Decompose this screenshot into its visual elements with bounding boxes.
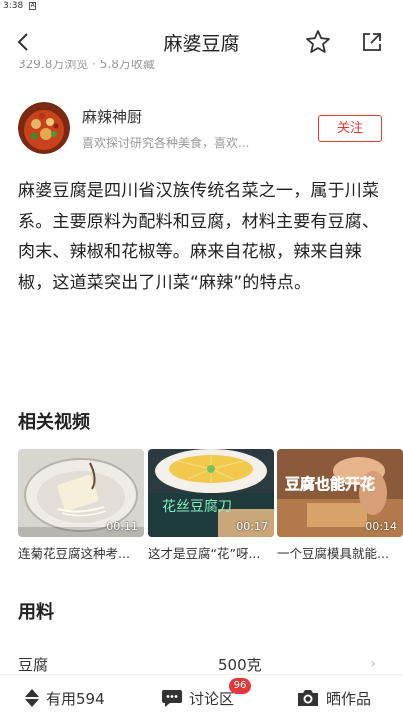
- back-arrow-icon[interactable]: [14, 30, 34, 54]
- recipe-intro: 麻婆豆腐是四川省汉族传统名菜之一，属于川菜系。主要原料为配料和豆腐，材料主要有豆…: [18, 181, 380, 293]
- header: 麻婆豆腐: [0, 22, 403, 64]
- video-card[interactable]: 00:11 连菊花豆腐这种考...: [18, 449, 144, 562]
- favorite-star-icon[interactable]: [305, 29, 331, 55]
- related-videos-list: 00:11 连菊花豆腐这种考... 花丝豆腐刀 00:17 这才是豆腐“花”呀.…: [18, 449, 403, 569]
- ingredient-row[interactable]: 豆腐 500克 ›: [18, 654, 384, 674]
- chevron-right-icon: ›: [370, 656, 376, 672]
- share-photo-label: 晒作品: [326, 689, 372, 708]
- discussion-count-badge: 96: [229, 678, 251, 694]
- video-duration: 00:14: [365, 520, 397, 533]
- chat-bubble-icon: [162, 690, 182, 707]
- author-name[interactable]: 麻辣神厨: [82, 106, 142, 127]
- video-thumbnail[interactable]: 00:11: [18, 449, 144, 537]
- author-card: 麻辣神厨 喜欢探讨研究各种美食，喜欢... 关注: [18, 102, 388, 156]
- video-thumb-text: 豆腐也能开花: [285, 475, 375, 493]
- video-duration: 00:17: [236, 520, 268, 533]
- bottom-action-bar: 有用594 讨论区 96 晒作品: [0, 674, 403, 720]
- ingredient-quantity: 500克: [218, 656, 262, 674]
- video-thumbnail[interactable]: 花丝豆腐刀 00:17: [148, 449, 274, 537]
- camera-icon: [298, 690, 318, 706]
- ingredients-title: 用料: [18, 602, 54, 623]
- discussion-button[interactable]: 讨论区 96: [161, 678, 251, 711]
- status-time: 3:38: [3, 1, 24, 11]
- sim-icon: A: [29, 2, 37, 10]
- follow-button[interactable]: 关注: [318, 115, 382, 142]
- useful-label: 有用594: [46, 689, 105, 708]
- video-caption[interactable]: 一个豆腐模具就能...: [277, 543, 403, 562]
- video-thumbnail[interactable]: 豆腐也能开花 00:14: [277, 449, 403, 537]
- related-videos-title: 相关视频: [18, 412, 90, 433]
- status-bar: 3:38 A: [0, 0, 403, 14]
- discussion-label: 讨论区: [189, 689, 235, 708]
- author-description: 喜欢探讨研究各种美食，喜欢...: [82, 136, 250, 150]
- share-icon[interactable]: [361, 31, 383, 53]
- video-thumb-text: 花丝豆腐刀: [162, 498, 232, 515]
- vote-arrows-icon: [25, 689, 39, 707]
- video-caption[interactable]: 这才是豆腐“花”呀...: [148, 543, 274, 562]
- video-card[interactable]: 豆腐也能开花 00:14 一个豆腐模具就能...: [277, 449, 403, 562]
- video-card[interactable]: 花丝豆腐刀 00:17 这才是豆腐“花”呀...: [148, 449, 274, 562]
- video-caption[interactable]: 连菊花豆腐这种考...: [18, 543, 144, 562]
- share-photo-button[interactable]: 晒作品: [296, 685, 371, 711]
- ingredient-name: 豆腐: [18, 656, 49, 674]
- recipe-stats: 329.8万浏览 · 5.8万收藏: [18, 60, 155, 71]
- page-title: 麻婆豆腐: [163, 33, 240, 55]
- avatar[interactable]: [18, 102, 70, 154]
- useful-button[interactable]: 有用594: [24, 685, 105, 711]
- video-duration: 00:11: [106, 520, 138, 533]
